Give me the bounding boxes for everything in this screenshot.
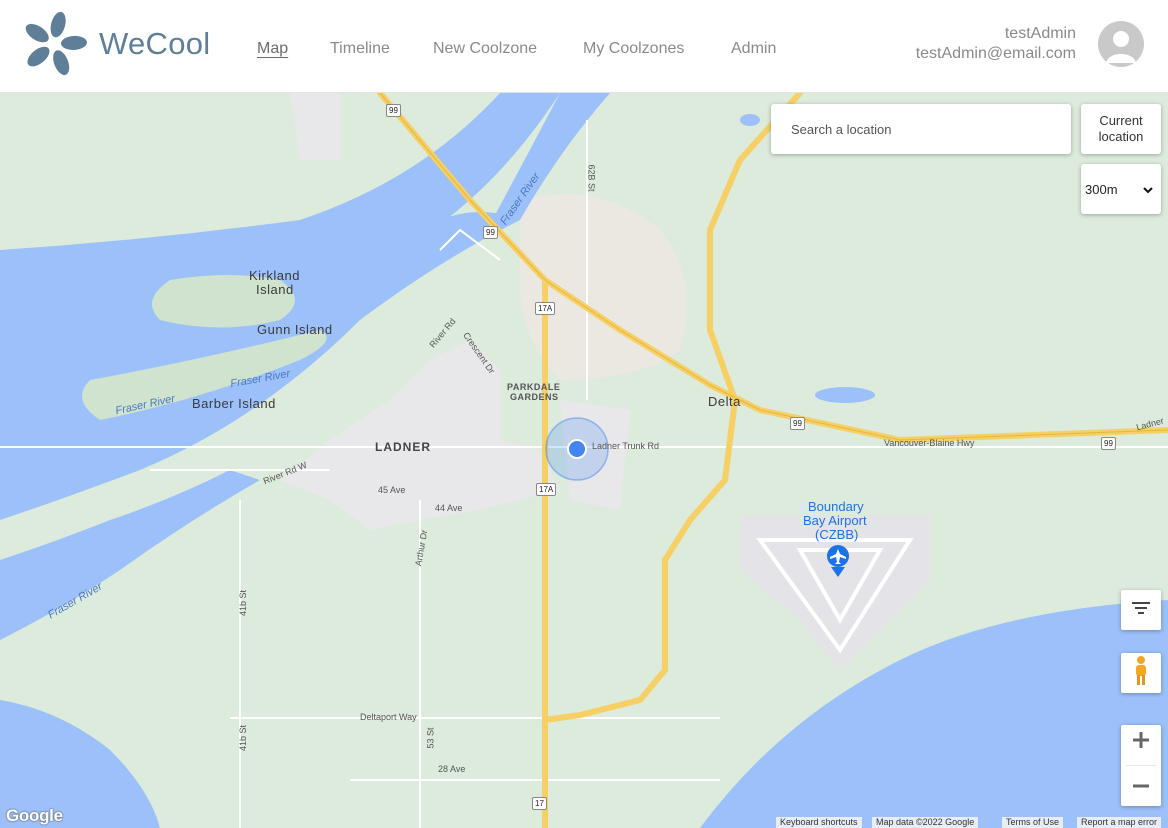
label-airport-line1: Boundary [808, 499, 864, 514]
nav-my-coolzones[interactable]: My Coolzones [583, 40, 684, 58]
street-view-pegman-icon [1132, 655, 1150, 691]
report-map-error-link[interactable]: Report a map error [1077, 817, 1162, 828]
user-name: testAdmin [1004, 25, 1076, 42]
label-45-ave: 45 Ave [378, 485, 406, 495]
label-41b-st: 41b St [238, 589, 249, 617]
street-view-button[interactable] [1121, 653, 1161, 693]
highway-99-shield: 99 [386, 104, 401, 117]
label-44-ave: 44 Ave [435, 503, 463, 513]
label-gunn-island: Gunn Island [257, 322, 333, 337]
label-airport-line2: Bay Airport [803, 513, 867, 528]
radius-select-value: 300m [1085, 181, 1118, 197]
zoom-divider [1126, 764, 1156, 766]
label-deltaport-way: Deltaport Way [360, 712, 417, 722]
label-53-st: 53 St [425, 727, 436, 749]
label-parkdale-gardens-line1: PARKDALE [507, 382, 561, 392]
highway-17-shield: 17 [532, 797, 547, 810]
highway-99-shield: 99 [1101, 437, 1116, 450]
highway-17a-shield: 17A [536, 483, 557, 496]
current-location-label-line2: location [1098, 129, 1144, 144]
label-airport-line3: (CZBB) [815, 527, 859, 542]
flower-logo-icon[interactable] [18, 10, 90, 78]
label-vancouver-blaine-hwy: Vancouver-Blaine Hwy [884, 438, 975, 448]
user-email: testAdmin@email.com [915, 45, 1076, 62]
label-barber-island: Barber Island [192, 396, 276, 411]
nav-admin[interactable]: Admin [731, 40, 776, 58]
label-41b-st: 41b St [238, 724, 249, 752]
filter-button[interactable] [1121, 590, 1161, 630]
map-canvas[interactable]: Kirkland Island Gunn Island Barber Islan… [0, 93, 1168, 828]
label-kirkland-island-line1: Kirkland [249, 268, 300, 283]
nav-new-coolzone[interactable]: New Coolzone [433, 40, 537, 58]
label-28-ave: 28 Ave [438, 764, 466, 774]
terms-of-use-link[interactable]: Terms of Use [1002, 817, 1064, 828]
label-62b-st: 62B St [586, 164, 597, 192]
label-ladner: LADNER [375, 440, 431, 454]
search-input[interactable] [771, 104, 1071, 154]
highway-99-shield: 99 [790, 417, 805, 430]
nav-map[interactable]: Map [257, 40, 288, 58]
user-avatar-icon[interactable] [1098, 21, 1144, 67]
nav-timeline[interactable]: Timeline [330, 40, 390, 58]
label-ladner-trunk-rd: Ladner Trunk Rd [592, 441, 660, 451]
plus-icon[interactable] [1132, 731, 1150, 754]
label-delta: Delta [708, 394, 741, 409]
label-kirkland-island-line2: Island [256, 282, 294, 297]
zoom-controls [1121, 725, 1161, 806]
highway-99-shield: 99 [483, 226, 498, 239]
current-location-button[interactable]: Current location [1081, 104, 1161, 154]
keyboard-shortcuts-link[interactable]: Keyboard shortcuts [776, 817, 862, 828]
chevron-down-icon [1143, 182, 1153, 197]
highway-17a-shield: 17A [535, 302, 556, 315]
minus-icon[interactable] [1132, 777, 1150, 800]
app-header: WeCool Map Timeline New Coolzone My Cool… [0, 0, 1168, 93]
map-base-layer [0, 93, 1168, 828]
google-logo[interactable]: Google [6, 806, 63, 826]
app-brand-name[interactable]: WeCool [99, 26, 211, 62]
radius-select[interactable]: 300m [1081, 164, 1161, 214]
label-parkdale-gardens-line2: GARDENS [510, 392, 559, 402]
current-location-label-line1: Current [1099, 113, 1143, 128]
map-data-attribution: Map data ©2022 Google [872, 817, 979, 828]
filter-icon [1131, 601, 1151, 620]
